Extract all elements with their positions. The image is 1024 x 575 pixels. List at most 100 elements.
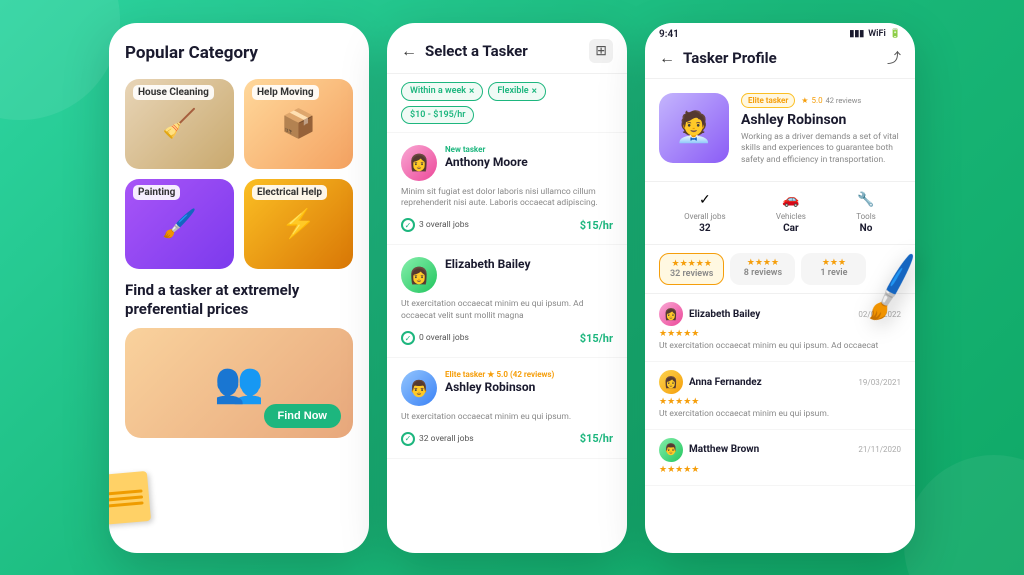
- 3star-count: 1 revie: [811, 268, 856, 278]
- back-button[interactable]: ←: [401, 41, 417, 61]
- filter-remove-flexible[interactable]: ×: [532, 86, 537, 97]
- category-grid: 🧹 House Cleaning 📦 Help Moving 🖌️ Painti…: [125, 79, 353, 269]
- overall-jobs-icon: ✓: [699, 192, 711, 208]
- select-tasker-title: Select a Tasker: [425, 42, 528, 60]
- review-name-anna: Anna Fernandez: [689, 377, 762, 388]
- profile-name: Ashley Robinson: [741, 112, 901, 128]
- card-tasker-profile: 9:41 ▮▮▮ WiFi 🔋 ← Tasker Profile ⤴ 🧑‍💼 E…: [645, 23, 915, 553]
- tasker-badge-elite: Elite tasker ★ 5.0 (42 reviews): [445, 370, 613, 379]
- tasker-item-anthony[interactable]: 👩 New tasker Anthony Moore Minim sit fug…: [387, 133, 627, 246]
- review-user-elizabeth: 👩 Elizabeth Bailey: [659, 302, 760, 326]
- stat-overall-jobs: ✓ Overall jobs 32: [684, 192, 725, 234]
- review-tab-3star[interactable]: ★★★ 1 revie: [801, 253, 866, 285]
- tasker-avatar-ashley: 👨: [401, 370, 437, 406]
- tasker-top-ashley: 👨 Elite tasker ★ 5.0 (42 reviews) Ashley…: [401, 370, 613, 406]
- tools-label: Tools: [856, 212, 876, 221]
- tasker-item-ashley[interactable]: 👨 Elite tasker ★ 5.0 (42 reviews) Ashley…: [387, 358, 627, 459]
- reviews-list: 👩 Elizabeth Bailey 02/04/2022 ★★★★★ Ut e…: [645, 294, 915, 552]
- stats-row: ✓ Overall jobs 32 🚗 Vehicles Car 🔧 Tools…: [645, 182, 915, 245]
- electrical-icon: ⚡: [281, 207, 316, 240]
- electrical-label: Electrical Help: [252, 185, 327, 200]
- review-avatar-elizabeth: 👩: [659, 302, 683, 326]
- 3star-stars: ★★★: [811, 258, 856, 268]
- tasker-top-elizabeth: 👩 Elizabeth Bailey: [401, 257, 613, 293]
- profile-header-left: ← Tasker Profile: [659, 48, 777, 68]
- taskers-list: 👩 New tasker Anthony Moore Minim sit fug…: [387, 133, 627, 553]
- review-header-anna: 👩 Anna Fernandez 19/03/2021: [659, 370, 901, 394]
- 4star-count: 8 reviews: [740, 268, 785, 278]
- profile-info: Elite tasker ★ 5.0 42 reviews Ashley Rob…: [741, 93, 901, 168]
- stat-tools: 🔧 Tools No: [856, 192, 876, 234]
- signal-icon: ▮▮▮: [849, 29, 864, 39]
- share-button[interactable]: ⤴: [887, 48, 901, 68]
- profile-desc: Working as a driver demands a set of vit…: [741, 132, 901, 168]
- vehicles-label: Vehicles: [776, 212, 806, 221]
- status-bar: 9:41 ▮▮▮ WiFi 🔋: [645, 23, 915, 40]
- find-tasker-title: Find a tasker at extremely preferential …: [125, 281, 353, 320]
- jobs-info-ashley: ✓ 32 overall jobs: [401, 432, 474, 446]
- review-stars-elizabeth: ★★★★★: [659, 329, 901, 339]
- review-date-anna: 19/03/2021: [858, 378, 901, 387]
- stat-vehicles: 🚗 Vehicles Car: [776, 192, 806, 234]
- tasker-name-anthony: Anthony Moore: [445, 155, 613, 169]
- filter-chip-week[interactable]: Within a week ×: [401, 82, 483, 101]
- check-icon: ✓: [401, 218, 415, 232]
- category-electrical-help[interactable]: ⚡ Electrical Help: [244, 179, 353, 269]
- category-painting[interactable]: 🖌️ Painting: [125, 179, 234, 269]
- status-icons: ▮▮▮ WiFi 🔋: [849, 29, 901, 39]
- review-anna: 👩 Anna Fernandez 19/03/2021 ★★★★★ Ut exe…: [645, 362, 915, 430]
- cleaning-icon: 🧹: [162, 107, 197, 140]
- 4star-stars: ★★★★: [740, 258, 785, 268]
- tasker-badge-new: New tasker: [445, 145, 613, 154]
- painting-label: Painting: [133, 185, 180, 200]
- app-showcase: Popular Category 🧹 House Cleaning 📦 Help…: [109, 23, 915, 553]
- battery-icon: 🔋: [890, 29, 901, 39]
- review-text-elizabeth: Ut exercitation occaecat minim eu qui ip…: [659, 341, 901, 353]
- filter-remove-week[interactable]: ×: [469, 86, 474, 97]
- review-tab-5star[interactable]: ★★★★★ 32 reviews: [659, 253, 724, 285]
- profile-rating: ★ 5.0 42 reviews: [801, 96, 861, 105]
- filter-chip-price: $10 - $195/hr: [401, 106, 474, 124]
- tasker-item-elizabeth[interactable]: 👩 Elizabeth Bailey Ut exercitation occae…: [387, 245, 627, 358]
- filter-button[interactable]: ⊞: [589, 39, 613, 63]
- review-text-anna: Ut exercitation occaecat minim eu qui ip…: [659, 409, 901, 421]
- find-tasker-image: 👥 Find Now: [125, 328, 353, 438]
- profile-elite-badge: Elite tasker: [741, 93, 795, 108]
- filter-chip-flexible[interactable]: Flexible ×: [488, 82, 546, 101]
- tasker-desc-anthony: Minim sit fugiat est dolor laboris nisi …: [401, 187, 613, 211]
- review-date-elizabeth: 02/04/2022: [858, 310, 901, 319]
- profile-header: ← Tasker Profile ⤴: [645, 40, 915, 79]
- header-left: ← Select a Tasker: [401, 41, 528, 61]
- tasker-footer-anthony: ✓ 3 overall jobs $15/hr: [401, 218, 613, 232]
- tools-value: No: [860, 223, 873, 234]
- tasker-desc-elizabeth: Ut exercitation occaecat minim eu qui ip…: [401, 299, 613, 323]
- popular-category-title: Popular Category: [125, 43, 353, 63]
- tasker-name-elizabeth: Elizabeth Bailey: [445, 257, 613, 271]
- cleaning-label: House Cleaning: [133, 85, 214, 100]
- jobs-info-anthony: ✓ 3 overall jobs: [401, 218, 469, 232]
- tools-icon: 🔧: [857, 192, 874, 208]
- vehicles-value: Car: [783, 223, 799, 234]
- card-popular-category: Popular Category 🧹 House Cleaning 📦 Help…: [109, 23, 369, 553]
- review-date-matthew: 21/11/2020: [858, 445, 901, 454]
- review-tab-4star[interactable]: ★★★★ 8 reviews: [730, 253, 795, 285]
- 5star-count: 32 reviews: [670, 269, 713, 279]
- star-icon: ★: [801, 96, 808, 105]
- overall-jobs-label: Overall jobs: [684, 212, 725, 221]
- price-elizabeth: $15/hr: [580, 332, 613, 345]
- review-header-elizabeth: 👩 Elizabeth Bailey 02/04/2022: [659, 302, 901, 326]
- profile-back-button[interactable]: ←: [659, 48, 675, 68]
- tasker-top: 👩 New tasker Anthony Moore: [401, 145, 613, 181]
- review-user-anna: 👩 Anna Fernandez: [659, 370, 762, 394]
- review-stars-matthew: ★★★★★: [659, 465, 901, 475]
- tasker-name-ashley: Ashley Robinson: [445, 380, 613, 394]
- moving-icon: 📦: [281, 107, 316, 140]
- profile-section: 🧑‍💼 Elite tasker ★ 5.0 42 reviews Ashley…: [645, 79, 915, 183]
- sticky-note-decoration: [109, 470, 151, 524]
- find-now-button[interactable]: Find Now: [264, 404, 342, 428]
- review-name-matthew: Matthew Brown: [689, 444, 759, 455]
- find-tasker-section: Find a tasker at extremely preferential …: [125, 281, 353, 537]
- category-house-cleaning[interactable]: 🧹 House Cleaning: [125, 79, 234, 169]
- category-help-moving[interactable]: 📦 Help Moving: [244, 79, 353, 169]
- review-user-matthew: 👨 Matthew Brown: [659, 438, 759, 462]
